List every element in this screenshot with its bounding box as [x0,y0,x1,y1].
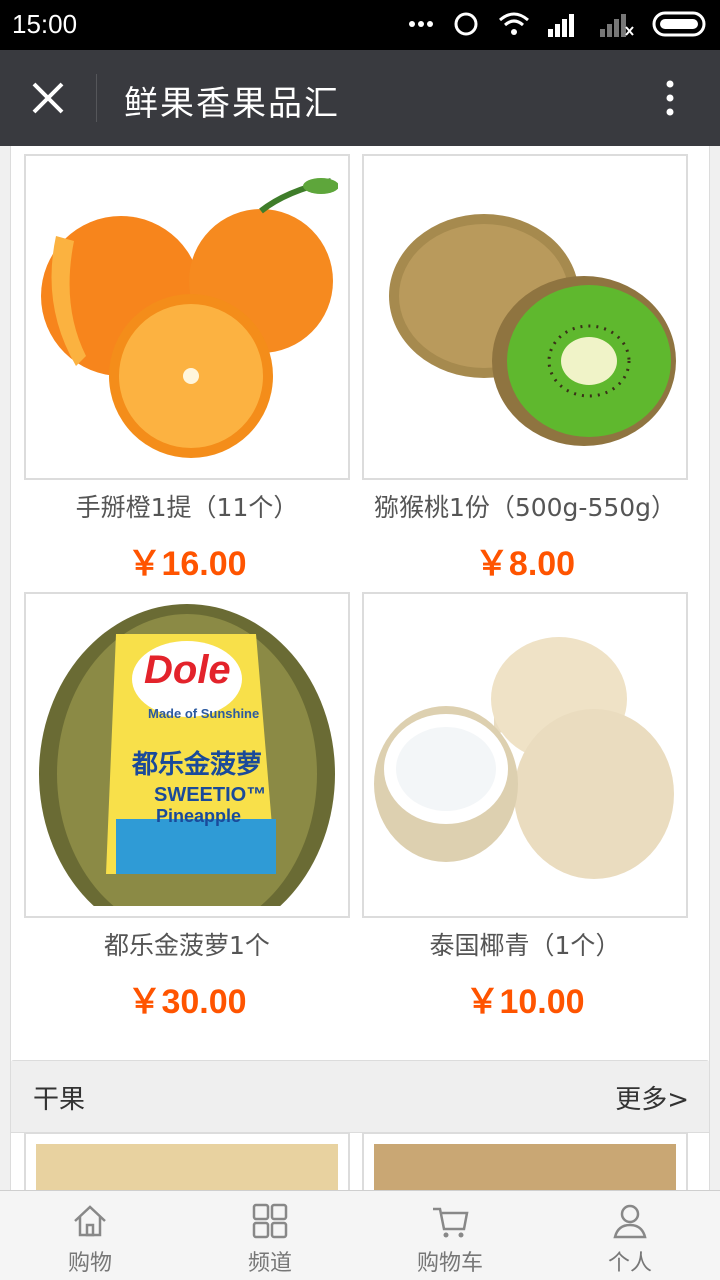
tab-profile[interactable]: 个人 [540,1191,720,1280]
section-more-link[interactable]: 更多> [615,1079,689,1116]
tab-channel[interactable]: 频道 [180,1191,360,1280]
pineapple-tagline: Made of Sunshine [148,706,260,721]
product-image-frame[interactable] [24,154,350,480]
page-title: 鲜果香果品汇 [124,84,340,124]
product-name[interactable]: 泰国椰青（1个） [362,926,688,962]
title-bar: 鲜果香果品汇 [0,50,720,146]
nut-image[interactable] [374,1144,676,1190]
product-price: ￥10.00 [465,983,585,1021]
product-image-frame[interactable] [362,1132,688,1190]
coconut-image [374,637,674,879]
product-name[interactable]: 都乐金菠萝1个 [24,926,350,962]
product-image[interactable] [374,166,676,468]
signal-off-icon [600,14,634,37]
product-card[interactable]: 手掰橙1提（11个） ￥16.00 [24,154,350,585]
kiwi-image [389,214,676,446]
tab-label: 购物车 [416,1251,483,1276]
sync-icon [454,12,478,36]
product-price: ￥30.00 [127,983,247,1021]
more-options-icon[interactable] [660,78,680,118]
tab-cart[interactable]: 购物车 [360,1191,540,1280]
title-separator [96,74,97,122]
nut-image[interactable] [36,1144,338,1190]
bottom-tab-bar: 购物 频道 购物车 个人 [0,1190,720,1280]
product-card[interactable]: 泰国椰青（1个） ￥10.00 [362,592,688,1023]
tab-label: 频道 [247,1251,292,1276]
product-image-frame[interactable] [24,1132,350,1190]
content-area: 手掰橙1提（11个） ￥16.00 猕猴桃1份（500g-550g） ￥8.00 [0,146,720,1190]
more-dots-icon [409,21,433,27]
tab-label: 购物 [67,1251,112,1276]
product-price: ￥16.00 [127,545,247,583]
cart-icon [433,1207,469,1238]
signal-icon [548,14,574,37]
tab-shopping[interactable]: 购物 [0,1191,180,1280]
product-card[interactable]: Dole Made of Sunshine 都乐金菠萝 SWEETIO™ Pin… [24,592,350,1023]
pineapple-en-label: SWEETIO™ [154,784,267,806]
product-card[interactable]: 猕猴桃1份（500g-550g） ￥8.00 [362,154,688,585]
product-name[interactable]: 猕猴桃1份（500g-550g） [362,488,688,524]
product-image-frame[interactable]: Dole Made of Sunshine 都乐金菠萝 SWEETIO™ Pin… [24,592,350,918]
status-bar: 15:00 [0,0,720,50]
product-image[interactable] [36,166,338,468]
dole-logo: Dole [144,648,231,692]
orange-image [41,178,338,458]
wifi-icon [499,12,529,35]
home-icon [74,1205,106,1237]
person-icon [613,1204,647,1239]
section-header: 干果 更多> [11,1061,709,1133]
close-icon[interactable] [28,78,68,118]
product-image[interactable]: Dole Made of Sunshine 都乐金菠萝 SWEETIO™ Pin… [36,604,338,906]
product-price: ￥8.00 [474,545,576,583]
section-title: 干果 [33,1085,86,1115]
product-image-frame[interactable] [362,592,688,918]
grid-icon [252,1203,288,1239]
pineapple-en-label-2: Pineapple [156,806,242,826]
tab-label: 个人 [607,1251,652,1276]
product-image-frame[interactable] [362,154,688,480]
product-name[interactable]: 手掰橙1提（11个） [24,488,350,524]
product-image[interactable] [374,604,676,906]
battery-icon [652,11,706,37]
pineapple-cn-label: 都乐金菠萝 [132,750,263,780]
status-icons [408,10,710,38]
status-time: 15:00 [12,9,78,39]
